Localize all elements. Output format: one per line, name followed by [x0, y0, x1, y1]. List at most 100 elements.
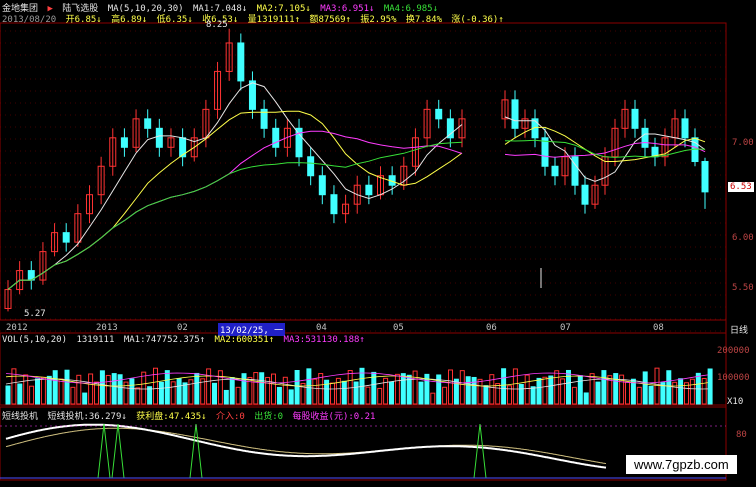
candle-body [272, 127, 280, 148]
volume-bar [418, 381, 424, 405]
signal-spike [473, 423, 487, 479]
volume-bar [648, 385, 654, 405]
volume-bar [577, 375, 583, 405]
volume-bar [170, 381, 176, 405]
period-label[interactable]: 日线 [730, 323, 748, 336]
volume-bar [229, 377, 235, 405]
info-volume: 量1319111↑ [247, 15, 301, 25]
volume-bar [282, 376, 288, 405]
volume-bar [642, 371, 648, 405]
signal-spike [111, 423, 125, 479]
ohlc-info-bar: 2013/08/20 开6.85↓ 高6.89↓ 低6.35↓ 收6.53↓ 量… [2, 12, 508, 25]
volume-bar [495, 383, 501, 405]
high-mark: 8.25 [206, 20, 228, 30]
info-amplitude: 振2.95% [360, 15, 397, 25]
volume-bar [489, 374, 495, 405]
volume-value: 1319111 [76, 335, 115, 345]
volume-bar [212, 382, 217, 405]
volume-bar [271, 373, 276, 405]
info-high: 高6.89↓ [111, 15, 148, 25]
volume-bar [253, 372, 259, 405]
sell-value: 出货:0 [254, 412, 284, 422]
volume-bar [141, 371, 147, 405]
watermark: www.7gpzb.com [626, 455, 737, 474]
volume-bar [35, 378, 40, 405]
volume-bar [241, 373, 247, 405]
volume-bar [536, 377, 542, 405]
candle-body [701, 161, 709, 193]
volume-bar [153, 367, 158, 405]
volume-bar [23, 374, 29, 405]
date-label-2012: 2012 [6, 323, 28, 333]
volume-ma3: MA3:531130.188↑ [283, 335, 365, 345]
volume-bar [294, 369, 300, 405]
info-low: 低6.35↓ [156, 15, 193, 25]
date-label-2013: 2013 [96, 323, 118, 333]
volume-bar [259, 372, 265, 405]
price-tick-600: 6.00 [732, 233, 754, 243]
volume-bar [76, 374, 82, 405]
indicator-value: 短线投机:36.279↓ [47, 412, 127, 422]
candle-body [237, 42, 245, 82]
volume-bar [684, 382, 689, 405]
volume-bar [135, 387, 141, 405]
indicator-title[interactable]: 短线投机 [2, 412, 38, 422]
profit-value: 获利盘:47.435↓ [136, 412, 207, 422]
date-label-08: 08 [653, 323, 664, 333]
volume-bar [613, 373, 619, 405]
volume-bar [288, 389, 294, 405]
candle-body [318, 175, 326, 196]
date-label-04: 04 [316, 323, 327, 333]
volume-bar [554, 370, 560, 405]
volume-bar [501, 368, 507, 405]
volume-bar [223, 389, 229, 405]
candle-body [641, 127, 649, 148]
volume-bar [518, 383, 524, 405]
volume-bar [105, 374, 111, 405]
volume-bar [64, 369, 70, 405]
candle-body [248, 80, 256, 110]
volume-unit: X10 [727, 397, 744, 407]
candle-body [511, 99, 519, 129]
volume-bar [176, 378, 182, 405]
candle-body [120, 137, 128, 148]
volume-bar [52, 370, 58, 405]
ma-line-5 [7, 82, 706, 290]
price-tick-550: 5.50 [732, 283, 754, 293]
volume-bar [347, 370, 353, 405]
eps-value: 每股收益(元):0.21 [292, 412, 376, 422]
volume-bar [88, 373, 94, 405]
volume-bar [707, 368, 713, 405]
volume-header: VOL(5,10,20) 1319111 MA1:747752.375↑ MA2… [2, 335, 369, 345]
volume-bar [40, 376, 46, 405]
current-price-tag: 6.53 [728, 182, 754, 192]
volume-bar [46, 375, 52, 405]
volume-bar [341, 380, 347, 405]
volume-bar [389, 381, 394, 405]
buy-value: 介入:0 [216, 412, 245, 422]
volume-bar [560, 378, 566, 405]
candle-body [435, 108, 443, 120]
volume-bar [377, 387, 383, 405]
volume-bar [158, 381, 164, 405]
volume-bar [625, 381, 630, 405]
volume-bar [276, 386, 282, 405]
volume-bar [353, 381, 359, 405]
volume-bar [566, 369, 571, 405]
volume-bar [701, 377, 707, 405]
candle-body [541, 137, 549, 167]
volume-bar [471, 376, 477, 405]
volume-bar [129, 378, 135, 405]
volume-bar [442, 386, 448, 405]
signal-spike [189, 423, 203, 479]
volume-bar [465, 376, 471, 405]
panel-frame [0, 22, 727, 321]
volume-bar [111, 373, 117, 405]
candle-body [681, 118, 689, 139]
volume-bar [182, 382, 188, 405]
candle-body [365, 184, 373, 196]
volume-tick-200000: 200000 [717, 346, 750, 356]
candle-body [446, 118, 454, 139]
volume-bar [58, 378, 64, 405]
volume-bar [459, 370, 465, 405]
